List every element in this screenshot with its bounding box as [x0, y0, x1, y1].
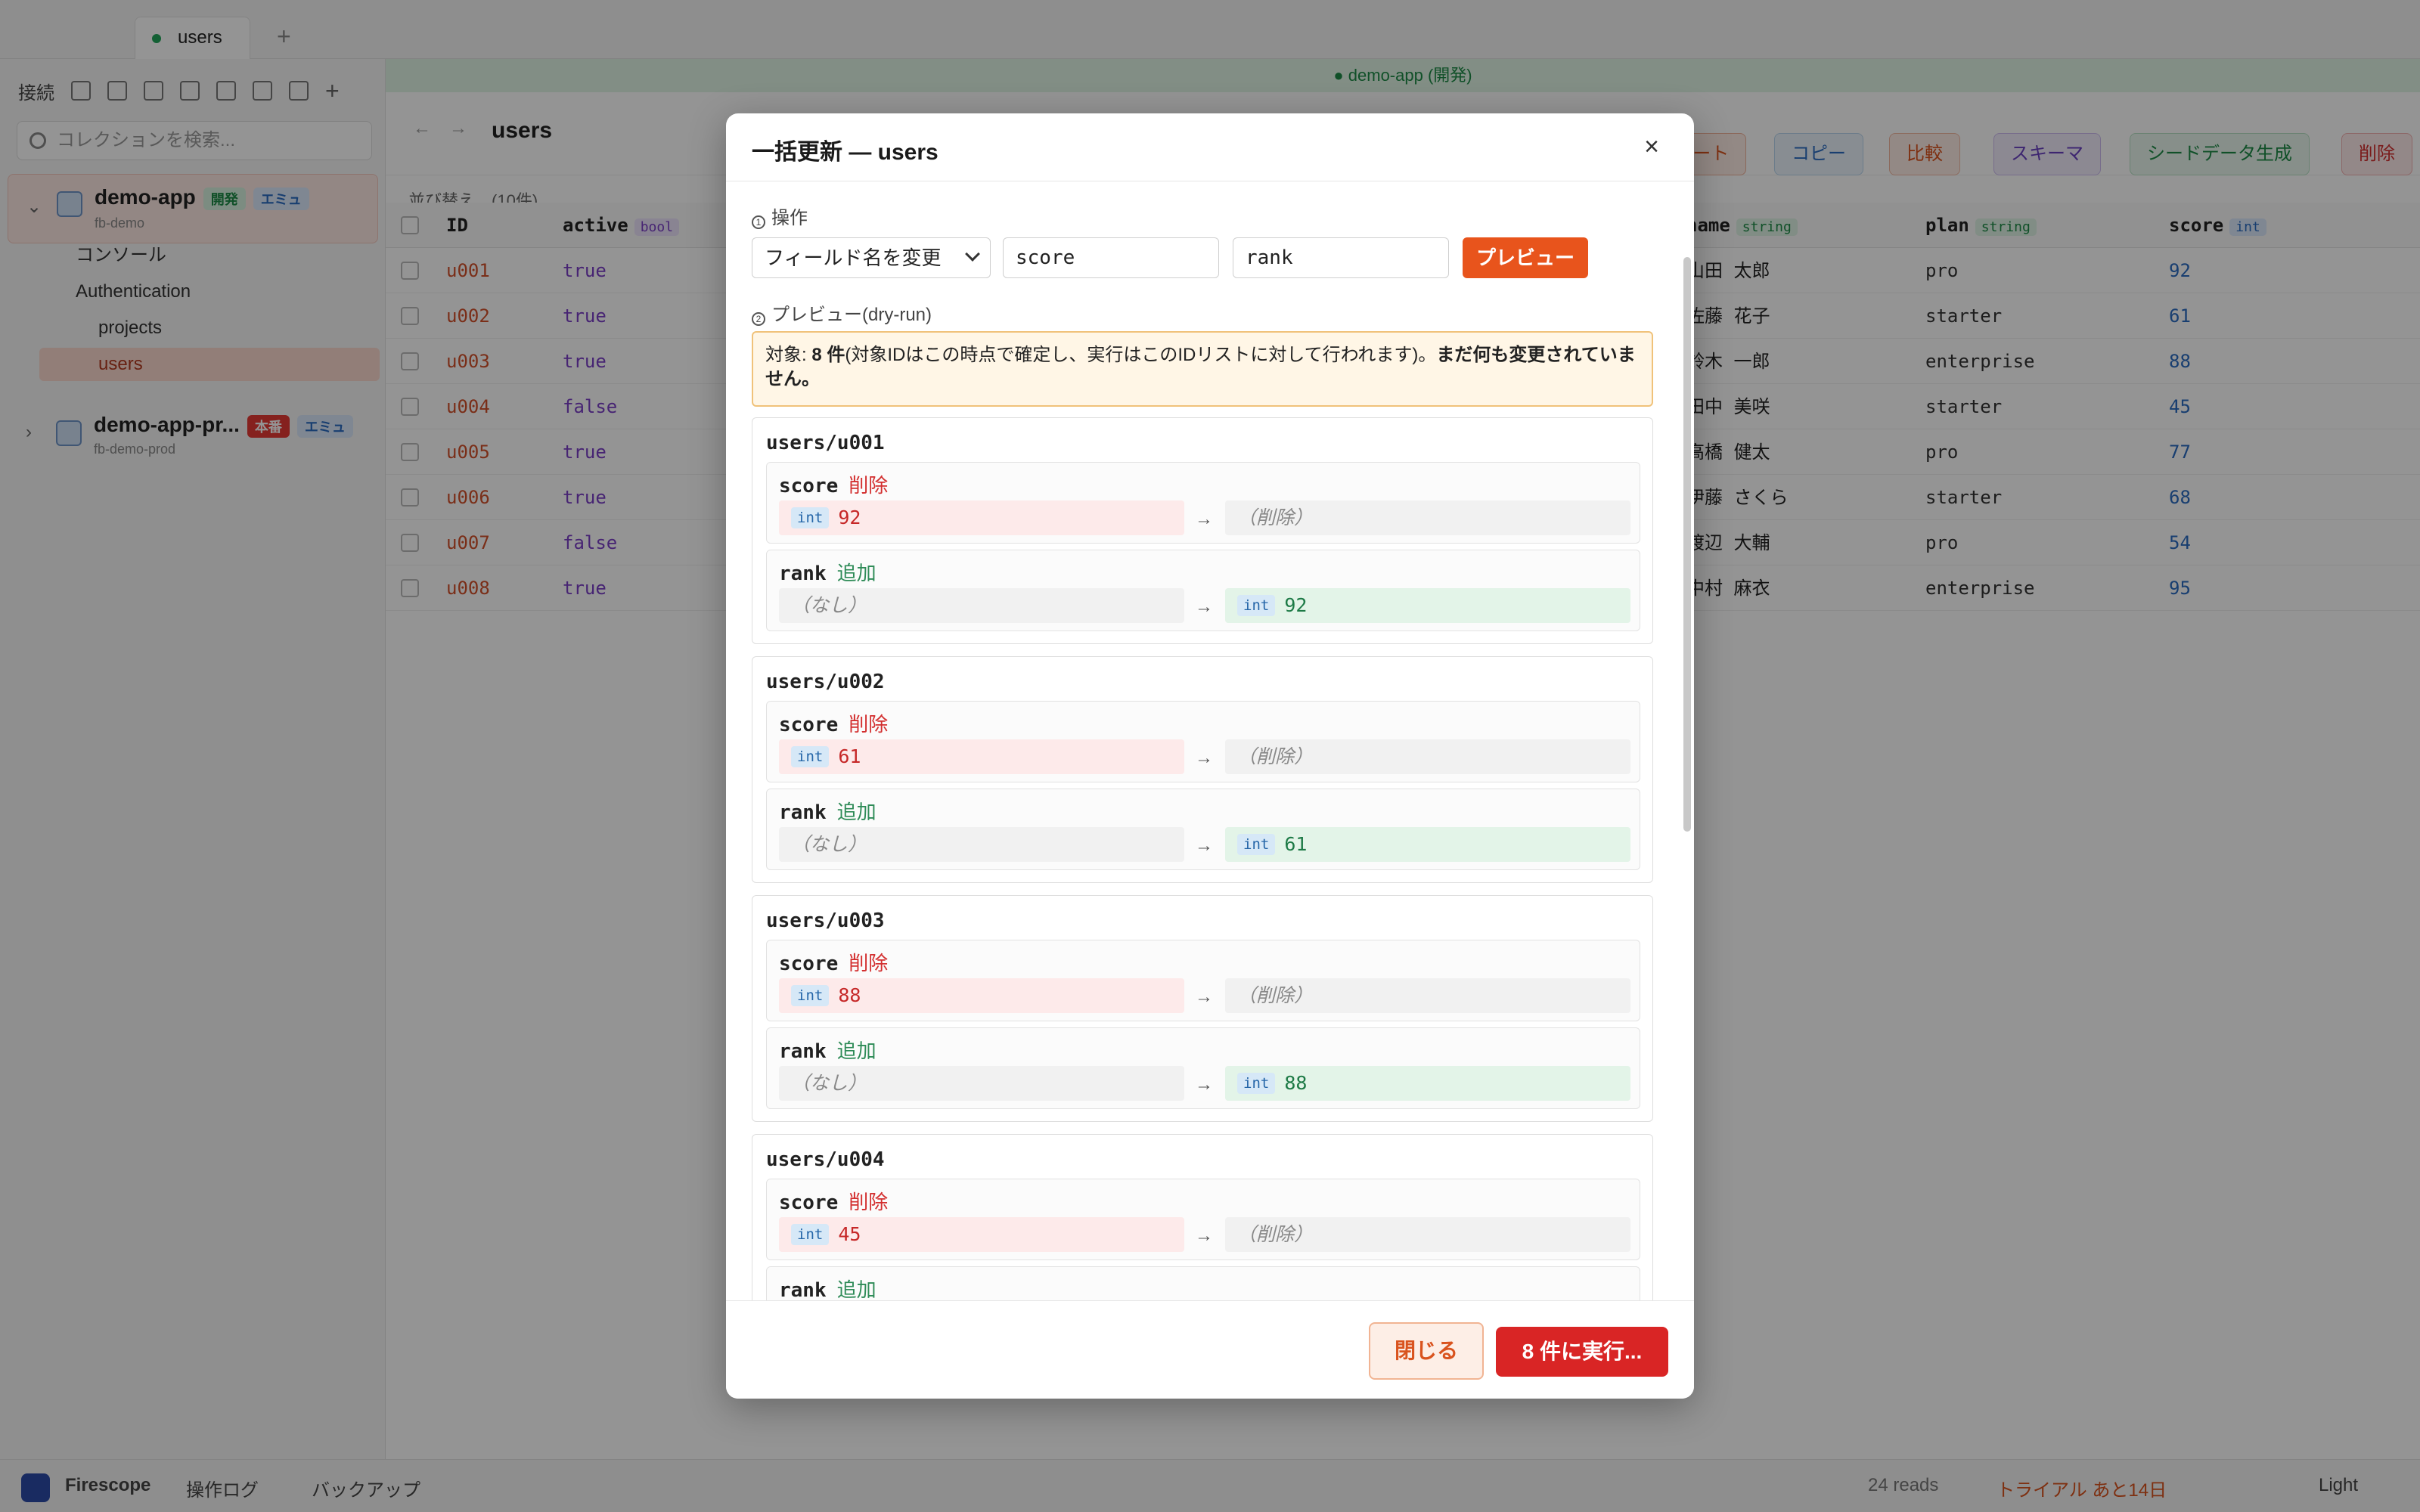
new-value: （削除） — [1225, 500, 1630, 535]
arrow-icon: → — [1195, 748, 1213, 768]
type-chip: int — [1237, 1073, 1276, 1094]
preview-doc-card: users/u003 score 削除 int 88 → （削除） rank 追加 （なし） → in… — [752, 895, 1653, 1122]
field-change-added: rank追加（なし）→int45 — [766, 1266, 1640, 1300]
field-change-added: rank 追加 （なし） → int 92 — [766, 550, 1640, 631]
arrow-icon: → — [1195, 1074, 1213, 1095]
close-button[interactable]: 閉じる — [1369, 1322, 1484, 1380]
preview-doc-card: users/u004 score削除 int45 → （削除） rank追加（なし）→in… — [752, 1134, 1653, 1300]
field-name: score 削除 — [779, 1191, 889, 1214]
dialog-title: 一括更新 — users — [752, 140, 939, 165]
doc-path: users/u003 — [766, 909, 885, 932]
field-change-added: rank 追加 （なし） → int 61 — [766, 789, 1640, 870]
removed-tag: 削除 — [849, 952, 889, 974]
bulk-update-dialog: 一括更新 — users × 1 操作 フィールド名を変更 score rank … — [726, 113, 1694, 1399]
new-value: int 88 — [1225, 1066, 1630, 1101]
arrow-icon: → — [1195, 987, 1213, 1007]
preview-doc-card: users/u002 score 削除 int 61 → （削除） rank 追加 （なし） → in… — [752, 656, 1653, 883]
field-change-removed: score 削除 int 88 → （削除） — [766, 940, 1640, 1021]
added-tag: 追加 — [836, 562, 876, 584]
field-change-removed: score 削除 int 61 → （削除） — [766, 701, 1640, 782]
field-name: score 削除 — [779, 952, 889, 975]
execute-button[interactable]: 8 件に実行... — [1496, 1327, 1668, 1377]
field-name: rank 追加 — [779, 562, 876, 585]
type-chip: int — [791, 507, 830, 528]
new-value: （削除） — [1225, 978, 1630, 1013]
removed-tag: 削除 — [849, 474, 889, 497]
field-name: rank 追加 — [779, 801, 876, 824]
added-tag: 追加 — [836, 1040, 876, 1062]
field-change-removed: score 削除 int 45 → （削除） — [766, 1179, 1640, 1260]
old-value: int 45 — [779, 1217, 1184, 1252]
doc-path: users/u004 — [766, 1148, 885, 1171]
doc-path: users/u002 — [766, 671, 885, 693]
field-change-added: rank 追加 （なし） → int 88 — [766, 1027, 1640, 1109]
old-value: int 88 — [779, 978, 1184, 1013]
old-value: （なし） — [779, 588, 1184, 623]
preview-doc-card: users/u001 score 削除 int 92 → （削除） rank 追加 （なし） → in… — [752, 417, 1653, 644]
arrow-icon: → — [1195, 596, 1213, 617]
dialog-header: 一括更新 — users × — [726, 113, 1694, 181]
field-name: score 削除 — [779, 713, 889, 736]
old-value: int 61 — [779, 739, 1184, 774]
field-name: score 削除 — [779, 474, 889, 497]
arrow-icon: → — [1195, 1225, 1213, 1246]
added-tag: 追加 — [836, 1278, 876, 1300]
removed-tag: 削除 — [849, 713, 889, 736]
old-value: int 92 — [779, 500, 1184, 535]
type-chip: int — [791, 746, 830, 767]
arrow-icon: → — [1195, 509, 1213, 529]
old-value: （なし） — [779, 827, 1184, 862]
type-chip: int — [1237, 834, 1276, 855]
old-value: （なし） — [779, 1066, 1184, 1101]
preview-doc-list: users/u001 score 削除 int 92 → （削除） rank 追加 （なし） → in… — [726, 181, 1694, 1300]
field-change-removed: score 削除 int 92 → （削除） — [766, 462, 1640, 544]
close-icon[interactable]: × — [1635, 130, 1668, 163]
type-chip: int — [791, 1224, 830, 1245]
new-value: int 61 — [1225, 827, 1630, 862]
type-chip: int — [1237, 595, 1276, 616]
field-name: rank 追加 — [779, 1040, 876, 1063]
type-chip: int — [791, 985, 830, 1006]
arrow-icon: → — [1195, 835, 1213, 856]
dialog-footer: 閉じる 8 件に実行... — [726, 1300, 1694, 1399]
doc-path: users/u001 — [766, 432, 885, 454]
field-name: rank 追加 — [779, 1278, 876, 1300]
new-value: int 92 — [1225, 588, 1630, 623]
new-value: （削除） — [1225, 739, 1630, 774]
removed-tag: 削除 — [849, 1191, 889, 1213]
added-tag: 追加 — [836, 801, 876, 823]
new-value: （削除） — [1225, 1217, 1630, 1252]
